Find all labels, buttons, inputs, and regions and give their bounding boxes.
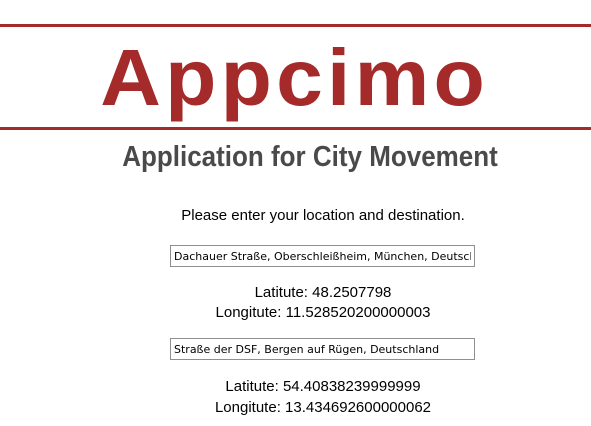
destination-location-input[interactable] — [170, 338, 475, 360]
app-subtitle: Application for City Movement — [122, 139, 498, 173]
app-logo-title: Appcimo — [100, 33, 489, 122]
origin-latitude-value: 48.2507798 — [312, 284, 392, 301]
origin-longitude-label: Longitute: — [215, 304, 286, 321]
destination-longitude-value: 13.434692600000062 — [285, 399, 432, 416]
origin-longitude-value: 11.528520200000003 — [285, 304, 431, 321]
origin-location-input[interactable] — [170, 245, 475, 267]
origin-longitude: Longitute: 11.528520200000003 — [0, 303, 591, 323]
destination-latitude-label: Latitute: — [225, 378, 283, 395]
header-bottom-rule — [0, 127, 591, 130]
origin-latitude: Latitute: 48.2507798 — [0, 283, 591, 303]
destination-longitude: Longitute: 13.434692600000062 — [0, 398, 591, 418]
instruction-text: Please enter your location and destinati… — [181, 207, 465, 224]
header-top-rule — [0, 24, 591, 27]
destination-latitude-value: 54.40838239999999 — [282, 378, 421, 395]
destination-longitude-label: Longitute: — [214, 399, 286, 416]
origin-latitude-label: Latitute: — [254, 284, 313, 301]
destination-latitude: Latitute: 54.40838239999999 — [0, 377, 591, 397]
